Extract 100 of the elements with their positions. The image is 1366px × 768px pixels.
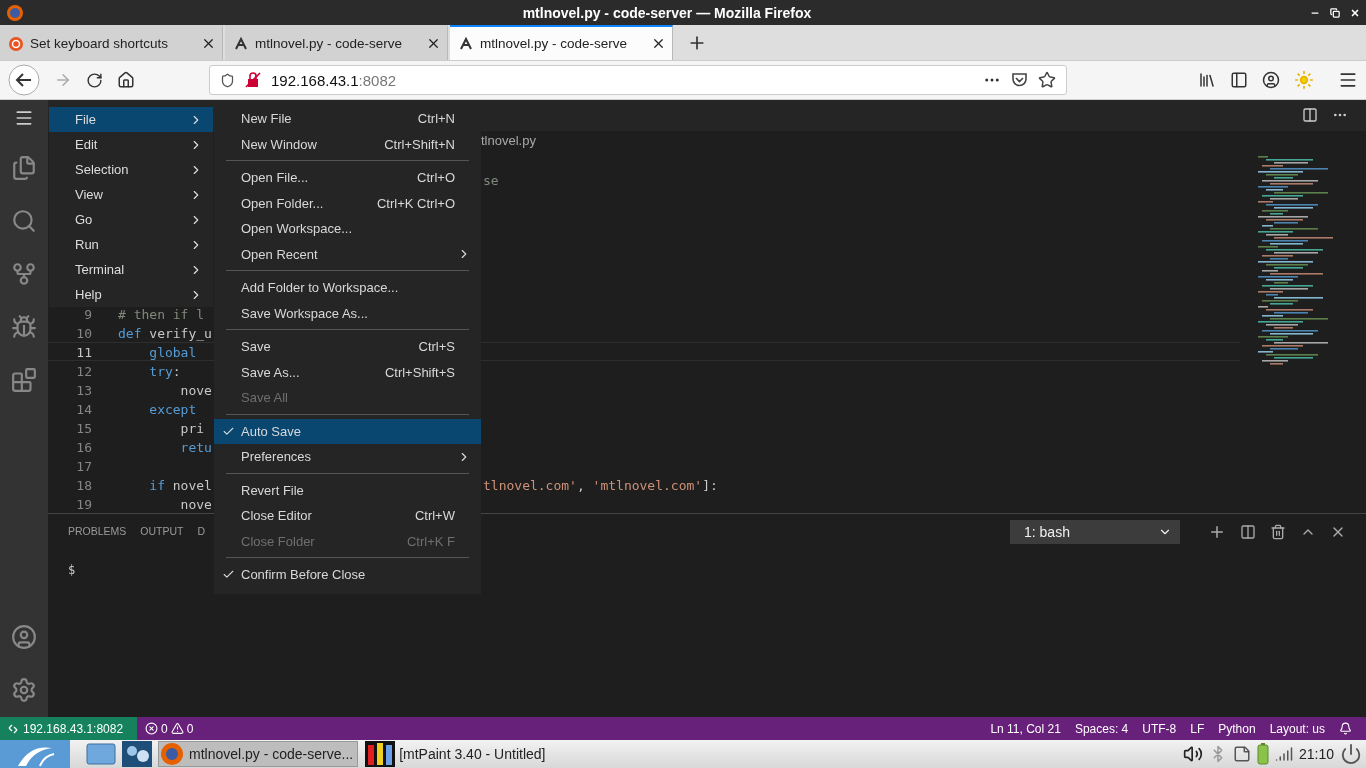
show-desktop-icon[interactable] bbox=[86, 742, 116, 766]
account-icon[interactable] bbox=[1262, 71, 1280, 89]
library-icon[interactable] bbox=[1198, 71, 1216, 89]
menu-item[interactable]: Save Workspace As... bbox=[214, 300, 481, 326]
code-text: se bbox=[483, 172, 500, 190]
shield-icon[interactable] bbox=[220, 72, 235, 88]
menu-item[interactable]: Help bbox=[49, 282, 213, 307]
battery-icon[interactable] bbox=[1256, 743, 1269, 765]
firefox-icon[interactable] bbox=[6, 3, 24, 22]
browser-tab[interactable]: mtlnovel.py - code-serve bbox=[225, 25, 448, 60]
status-item[interactable]: LF bbox=[1190, 721, 1205, 736]
signal-icon[interactable] bbox=[1274, 745, 1293, 763]
code-text: nove bbox=[179, 496, 213, 514]
reload-icon[interactable] bbox=[86, 71, 103, 89]
panel-tab[interactable]: PROBLEMS bbox=[68, 525, 127, 538]
menu-item[interactable]: Revert File bbox=[214, 477, 481, 503]
menu-item[interactable]: Save As... Ctrl+Shift+S bbox=[214, 359, 481, 385]
pencils-icon bbox=[365, 741, 396, 767]
status-item[interactable]: Ln 11, Col 21 bbox=[990, 721, 1061, 736]
breadcrumb[interactable]: tlnovel.py bbox=[481, 133, 536, 149]
split-editor-icon[interactable] bbox=[1302, 107, 1318, 124]
keyboard-shortcut: Ctrl+Shift+S bbox=[384, 364, 455, 380]
status-item[interactable]: Python bbox=[1218, 721, 1256, 736]
close-icon[interactable] bbox=[201, 36, 216, 51]
notifications-icon[interactable] bbox=[1339, 722, 1352, 735]
keyboard-shortcut: Ctrl+K Ctrl+O bbox=[377, 195, 455, 211]
settings-icon[interactable] bbox=[11, 677, 37, 703]
back-icon[interactable] bbox=[8, 64, 40, 96]
url-port: :8082 bbox=[358, 71, 397, 89]
menu-item[interactable]: Run bbox=[49, 232, 213, 257]
trash-icon[interactable] bbox=[1270, 523, 1286, 540]
terminal-prompt: $ bbox=[68, 563, 76, 577]
terminal-select[interactable]: 1: bash bbox=[1010, 519, 1180, 544]
keyboard-shortcut: Ctrl+S bbox=[418, 339, 455, 355]
pocket-icon[interactable] bbox=[1011, 72, 1028, 88]
panel-tab[interactable]: OUTPUT bbox=[140, 525, 184, 538]
code-text: global bbox=[148, 344, 198, 362]
sidebar-icon[interactable] bbox=[1230, 71, 1248, 89]
insecure-lock-icon[interactable] bbox=[245, 72, 261, 88]
taskbar-task[interactable]: mtlnovel.py - code-serve... bbox=[158, 741, 359, 767]
code-text: if novel bbox=[148, 477, 213, 495]
menu-item[interactable]: Open Folder... Ctrl+K Ctrl+O bbox=[214, 190, 481, 216]
search-icon[interactable] bbox=[11, 208, 37, 234]
menu-icon[interactable] bbox=[14, 108, 34, 128]
panel-tab[interactable]: D bbox=[197, 525, 206, 538]
files-icon[interactable] bbox=[11, 155, 37, 181]
menu-item[interactable]: Close Editor Ctrl+W bbox=[214, 503, 481, 529]
browser-tab[interactable]: mtlnovel.py - code-serve bbox=[450, 25, 673, 60]
taskbar-task[interactable]: [mtPaint 3.40 - Untitled] bbox=[364, 741, 551, 767]
menu-item[interactable]: Open File... Ctrl+O bbox=[214, 165, 481, 191]
line-number: 13 bbox=[75, 382, 92, 400]
window-title: mtlnovel.py - code-server — Mozilla Firefox bbox=[521, 4, 813, 21]
source-control-icon[interactable] bbox=[11, 261, 37, 287]
menu-item[interactable]: View bbox=[49, 182, 213, 207]
start-menu-icon[interactable] bbox=[0, 740, 70, 768]
menu-item[interactable]: Edit bbox=[49, 132, 213, 157]
power-icon[interactable] bbox=[1340, 743, 1362, 765]
line-number: 10 bbox=[75, 325, 92, 343]
close-icon[interactable] bbox=[1350, 7, 1360, 18]
menu-item[interactable]: Auto Save bbox=[214, 418, 481, 444]
menu-item[interactable]: File bbox=[49, 107, 213, 132]
code-text: pri bbox=[179, 420, 206, 438]
line-number: 17 bbox=[75, 458, 92, 476]
home-icon[interactable] bbox=[117, 71, 135, 89]
notes-icon[interactable] bbox=[1232, 745, 1251, 763]
menu-item[interactable]: Confirm Before Close bbox=[214, 562, 481, 588]
keyboard-shortcut: Ctrl+K F bbox=[406, 533, 455, 549]
status-item[interactable]: Layout: us bbox=[1269, 721, 1325, 736]
volume-icon[interactable] bbox=[1182, 744, 1203, 764]
problems-status[interactable]: 0 0 bbox=[145, 721, 194, 736]
remote-indicator[interactable]: 192.168.43.1:8082 bbox=[0, 717, 137, 740]
address-bar[interactable]: 192.168.43.1:8082 bbox=[209, 65, 1067, 95]
bookmark-star-icon[interactable] bbox=[1038, 71, 1056, 89]
menu-item[interactable]: Go bbox=[49, 207, 213, 232]
split-terminal-icon[interactable] bbox=[1240, 523, 1256, 540]
keyboard-shortcut: Ctrl+N bbox=[417, 111, 455, 127]
browser-tab[interactable]: Set keyboard shortcuts bbox=[0, 25, 223, 60]
extensions-icon[interactable] bbox=[11, 367, 37, 393]
menu-item[interactable]: Save Ctrl+S bbox=[214, 334, 481, 360]
keyboard-shortcut: Ctrl+W bbox=[414, 508, 455, 524]
menu-item[interactable]: Preferences bbox=[214, 444, 481, 470]
menu-item[interactable]: Terminal bbox=[49, 257, 213, 282]
menu-item[interactable]: New Window Ctrl+Shift+N bbox=[214, 131, 481, 157]
restore-icon[interactable] bbox=[1330, 7, 1340, 18]
menu-item[interactable]: Open Workspace... bbox=[214, 216, 481, 242]
menu-item[interactable]: Open Recent bbox=[214, 241, 481, 267]
menu-item[interactable]: New File Ctrl+N bbox=[214, 106, 481, 132]
menu-item[interactable]: Add Folder to Workspace... bbox=[214, 275, 481, 301]
clock[interactable]: 21:10 bbox=[1298, 746, 1334, 762]
code-text: nove bbox=[179, 382, 213, 400]
url-host: 192.168.43.1 bbox=[271, 71, 359, 89]
menu-icon[interactable] bbox=[1338, 70, 1358, 90]
status-item[interactable]: Spaces: 4 bbox=[1074, 721, 1129, 736]
menu-item[interactable]: Selection bbox=[49, 157, 213, 182]
close-icon[interactable] bbox=[651, 36, 666, 51]
close-icon[interactable] bbox=[426, 36, 441, 51]
code-text: tlnovel.com', 'mtlnovel.com']: bbox=[483, 477, 719, 495]
code-text: except bbox=[148, 401, 198, 419]
run-debug-icon[interactable] bbox=[11, 314, 37, 340]
status-item[interactable]: UTF-8 bbox=[1142, 721, 1177, 736]
